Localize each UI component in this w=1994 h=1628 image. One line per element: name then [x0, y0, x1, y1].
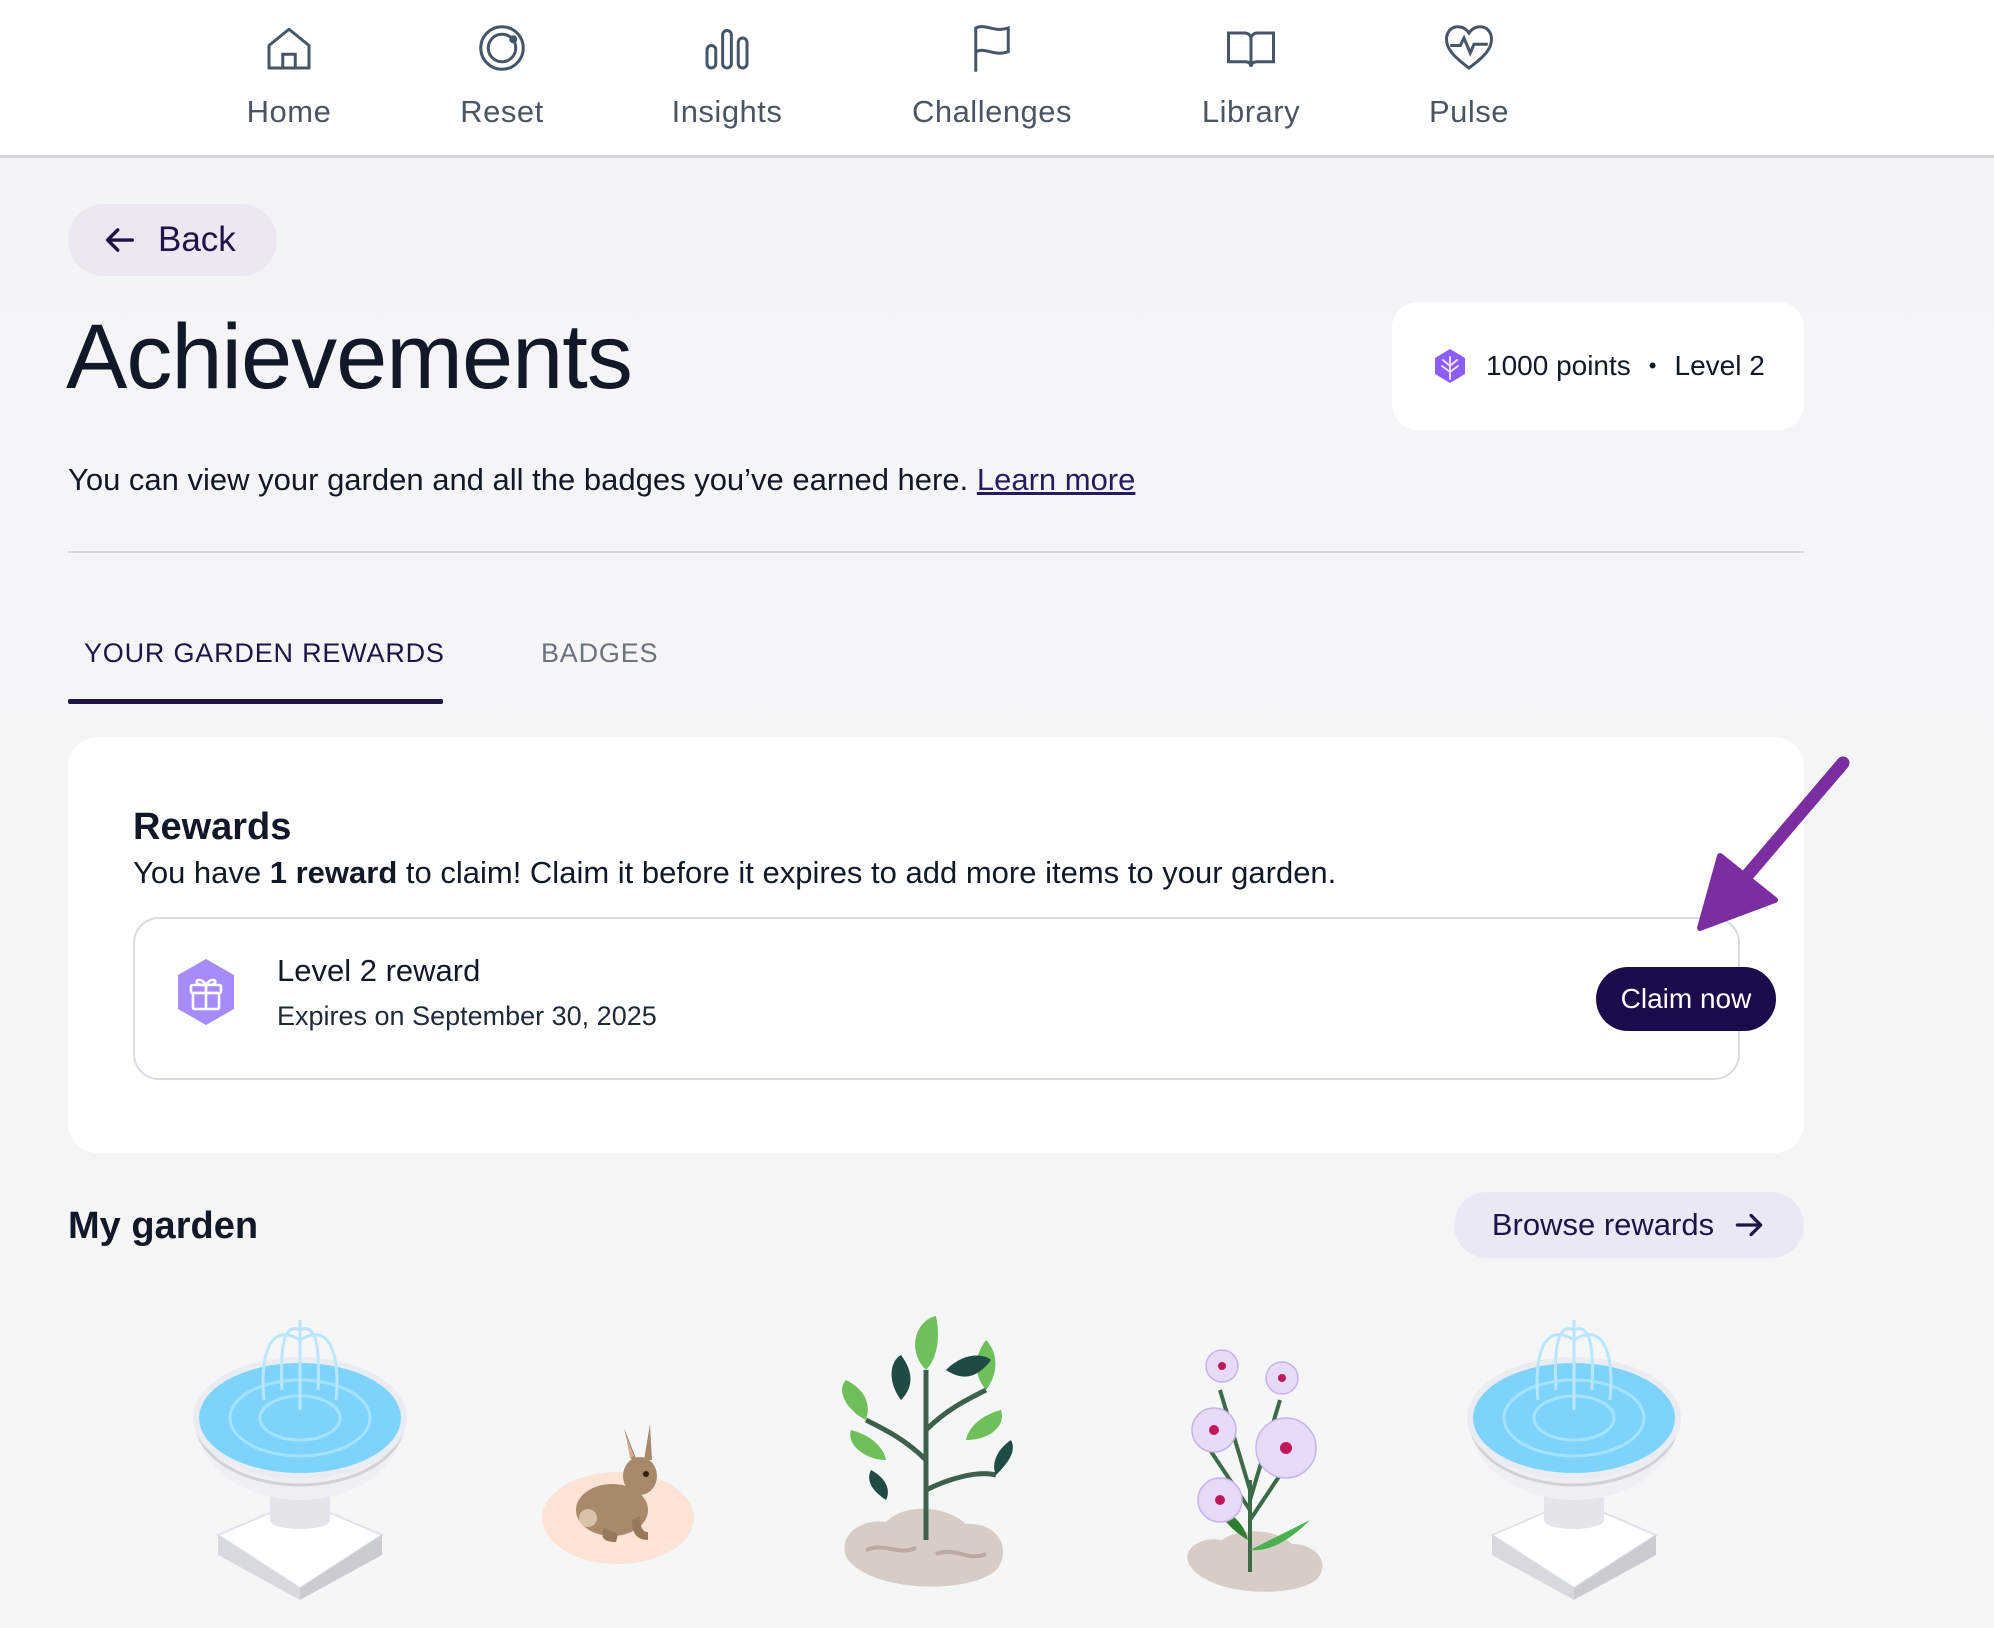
active-tab-indicator — [68, 699, 443, 704]
points-value: 1000 points — [1486, 350, 1631, 381]
back-button[interactable]: Back — [68, 204, 277, 276]
rewards-heading: Rewards — [133, 806, 292, 848]
rewards-desc-prefix: You have — [133, 855, 270, 890]
points-card: 1000 points • Level 2 — [1392, 302, 1804, 430]
tab-badges[interactable]: BADGES — [541, 638, 658, 669]
rewards-card: Rewards You have 1 reward to claim! Clai… — [68, 737, 1804, 1153]
heart-pulse-icon — [1444, 25, 1494, 70]
annotation-arrow-icon — [1697, 756, 1850, 931]
rabbit-icon[interactable] — [540, 1410, 696, 1566]
reward-title: Level 2 reward — [277, 953, 481, 988]
claim-now-button[interactable]: Claim now — [1596, 967, 1776, 1031]
nav-label-challenges: Challenges — [911, 94, 1073, 129]
back-label: Back — [158, 220, 236, 259]
flag-icon — [974, 25, 1010, 72]
reward-item: Level 2 reward Expires on September 30, … — [133, 917, 1776, 1080]
subtitle-text: You can view your garden and all the bad… — [68, 462, 969, 497]
nav-item-pulse[interactable]: Pulse — [1424, 18, 1514, 138]
tab-your-garden-rewards[interactable]: YOUR GARDEN REWARDS — [84, 638, 445, 669]
arrow-left-icon — [105, 228, 135, 252]
arrow-right-icon — [1735, 1213, 1763, 1237]
browse-rewards-button[interactable]: Browse rewards — [1454, 1192, 1804, 1258]
rewards-count: 1 reward — [269, 855, 398, 890]
nav-item-challenges[interactable]: Challenges — [907, 18, 1077, 138]
nav-label-library: Library — [1201, 94, 1301, 129]
nav-label-reset: Reset — [460, 94, 544, 129]
fountain-icon[interactable] — [188, 1300, 412, 1600]
book-icon — [1227, 31, 1275, 67]
header-divider — [68, 551, 1804, 553]
nav-item-library[interactable]: Library — [1198, 18, 1304, 138]
flowers-icon[interactable] — [1160, 1340, 1340, 1596]
nav-label-insights: Insights — [671, 94, 783, 129]
reward-expiry: Expires on September 30, 2025 — [277, 1001, 657, 1031]
gift-icon — [178, 959, 234, 1025]
nav-label-pulse: Pulse — [1428, 94, 1510, 129]
browse-rewards-label: Browse rewards — [1491, 1207, 1715, 1242]
home-icon — [267, 27, 311, 70]
fountain-icon[interactable] — [1462, 1300, 1686, 1600]
level-value: Level 2 — [1674, 350, 1765, 381]
page-title: Achievements — [66, 306, 633, 408]
leaf-icon — [1435, 349, 1465, 383]
plant-icon[interactable] — [826, 1310, 1020, 1594]
nav-label-home: Home — [246, 94, 332, 129]
nav-item-insights[interactable]: Insights — [662, 18, 792, 138]
learn-more-link[interactable]: Learn more — [977, 462, 1136, 497]
insights-icon — [705, 29, 749, 70]
rewards-desc-suffix: to claim! Claim it before it expires to … — [397, 855, 1337, 890]
points-separator: • — [1648, 353, 1657, 378]
top-navigation: Home Reset Insights Challenges Library P… — [0, 0, 1994, 158]
page-subtitle: You can view your garden and all the bad… — [68, 462, 1135, 498]
reset-icon — [479, 25, 525, 71]
nav-item-reset[interactable]: Reset — [450, 18, 554, 138]
nav-item-home[interactable]: Home — [239, 18, 339, 138]
my-garden-heading: My garden — [68, 1205, 259, 1247]
rewards-description: You have 1 reward to claim! Claim it bef… — [133, 855, 1336, 891]
